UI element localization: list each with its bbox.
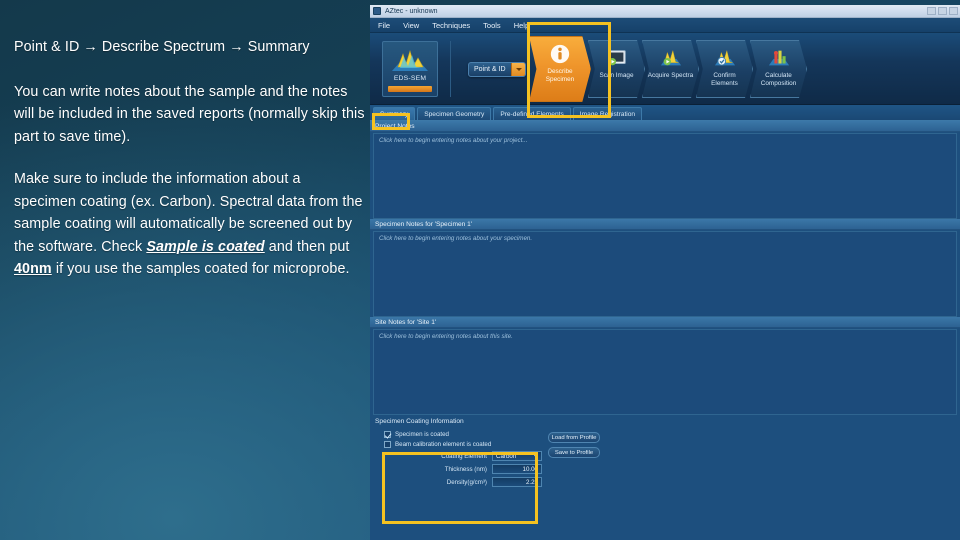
coating-thickness-field: Thickness (nm) 10.00 [384, 464, 542, 474]
minimize-icon[interactable] [927, 7, 936, 15]
workflow-step-scan-image[interactable]: Scan Image [588, 40, 645, 98]
composition-icon [768, 50, 789, 66]
app-icon [373, 7, 381, 15]
mode-selector-label: Point & ID [474, 65, 506, 73]
coating-thickness-label: Thickness (nm) [444, 465, 487, 473]
label-beam-calibration-coated: Beam calibration element is coated [395, 441, 492, 448]
slide-paragraph-2: Make sure to include the information abo… [14, 168, 366, 281]
specimen-coating-section: Specimen is coated Beam calibration elem… [370, 426, 960, 510]
menu-item-techniques[interactable]: Techniques [432, 21, 470, 30]
menu-item-view[interactable]: View [403, 21, 419, 30]
workflow-step-label: Calculate Composition [760, 72, 797, 87]
coating-element-value: Carbon [496, 452, 517, 460]
ribbon-divider [450, 41, 451, 97]
coating-element-label: Coating Element [441, 452, 487, 460]
tab-specimen-geometry[interactable]: Specimen Geometry [417, 107, 492, 120]
chevron-down-icon[interactable] [511, 62, 525, 76]
workflow-ribbon: EDS-SEM Point & ID Describe Specimen Sca… [370, 33, 960, 105]
slide-paragraph-1: You can write notes about the sample and… [14, 83, 365, 145]
image-icon [607, 50, 626, 66]
tab-pre-defined-elements[interactable]: Pre-defined Elements [493, 107, 571, 120]
specimen-is-coated-row[interactable]: Specimen is coated [384, 431, 542, 438]
coating-density-field: Density(g/cm³) 2.25 [384, 477, 542, 487]
coating-element-select[interactable]: Carbon [492, 451, 542, 461]
paragraph-2-part-c: if you use the samples coated for microp… [51, 261, 350, 277]
workflow-step-acquire-spectra[interactable]: Acquire Spectra [642, 40, 699, 98]
coating-thickness-input[interactable]: 10.00 [492, 464, 542, 474]
slide-heading: Point & ID → Describe Spectrum → Summary [14, 39, 310, 55]
mode-selector-point-and-id[interactable]: Point & ID [468, 61, 526, 77]
maximize-icon[interactable] [938, 7, 947, 15]
eds-sem-label: EDS-SEM [393, 75, 427, 82]
presentation-slide: Point & ID → Describe Spectrum → Summary… [0, 0, 960, 540]
paragraph-2-part-b: and then put [264, 238, 350, 255]
info-icon [550, 44, 570, 64]
coating-density-label: Density(g/cm³) [446, 478, 487, 486]
label-specimen-is-coated: Specimen is coated [395, 431, 449, 438]
spectrum-check-icon [714, 49, 735, 66]
checkbox-beam-calibration-coated[interactable] [384, 441, 391, 448]
workflow-step-calculate-composition[interactable]: Calculate Composition [750, 40, 807, 98]
site-notes-title: Site Notes for 'Site 1' [370, 317, 960, 328]
summary-tab-strip: Summary Specimen Geometry Pre-defined El… [370, 105, 960, 121]
window-title: AZtec - unknown [385, 7, 438, 15]
window-title-bar: AZtec - unknown [370, 5, 960, 18]
spectrum-logo-icon [390, 47, 430, 73]
close-icon[interactable] [949, 7, 958, 15]
site-notes-panel: Site Notes for 'Site 1' Click here to be… [370, 317, 960, 415]
menu-item-tools[interactable]: Tools [483, 21, 501, 30]
profile-buttons: Load from Profile Save to Profile [548, 432, 600, 462]
workflow-step-confirm-elements[interactable]: Confirm Elements [696, 40, 753, 98]
emphasis-sample-is-coated: Sample is coated [146, 238, 265, 255]
specimen-coating-title: Specimen Coating Information [375, 418, 464, 425]
logo-accent-bar [388, 86, 432, 92]
save-to-profile-button[interactable]: Save to Profile [548, 447, 600, 458]
menu-item-help[interactable]: Help [514, 21, 529, 30]
menu-bar: File View Techniques Tools Help [370, 18, 960, 33]
emphasis-40nm: 40nm [14, 261, 52, 277]
specimen-notes-title: Specimen Notes for 'Specimen 1' [370, 219, 960, 230]
specimen-notes-panel: Specimen Notes for 'Specimen 1' Click he… [370, 219, 960, 317]
specimen-notes-input[interactable]: Click here to begin entering notes about… [373, 231, 957, 317]
workflow-step-label: Confirm Elements [711, 72, 738, 87]
slide-text-column: Point & ID → Describe Spectrum → Summary… [14, 36, 366, 281]
workflow-step-describe-specimen[interactable]: Describe Specimen [529, 36, 591, 102]
spectrum-play-icon [660, 49, 681, 66]
beam-calibration-coated-row[interactable]: Beam calibration element is coated [384, 441, 542, 448]
eds-sem-logo-tile[interactable]: EDS-SEM [382, 41, 438, 97]
tab-image-registration[interactable]: Image Registration [572, 107, 643, 120]
window-controls[interactable] [927, 7, 958, 15]
project-notes-panel: Project Notes Click here to begin enteri… [370, 121, 960, 219]
workflow-step-label: Describe Specimen [545, 68, 575, 83]
workflow-step-label: Scan Image [599, 72, 634, 79]
chevron-down-icon[interactable] [534, 455, 538, 458]
site-notes-input[interactable]: Click here to begin entering notes about… [373, 329, 957, 415]
project-notes-input[interactable]: Click here to begin entering notes about… [373, 133, 957, 219]
coating-fields-group: Specimen is coated Beam calibration elem… [384, 431, 542, 499]
workflow-steps: Describe Specimen Scan Image Acquire Spe… [529, 33, 807, 105]
workflow-step-label: Acquire Spectra [647, 72, 694, 79]
tab-summary[interactable]: Summary [373, 107, 416, 120]
coating-element-field: Coating Element Carbon [384, 451, 542, 461]
aztec-application-window: AZtec - unknown File View Techniques Too… [370, 5, 960, 540]
project-notes-title: Project Notes [370, 121, 960, 132]
menu-item-file[interactable]: File [378, 21, 390, 30]
checkbox-specimen-is-coated[interactable] [384, 431, 391, 438]
load-from-profile-button[interactable]: Load from Profile [548, 432, 600, 443]
coating-density-input[interactable]: 2.25 [492, 477, 542, 487]
